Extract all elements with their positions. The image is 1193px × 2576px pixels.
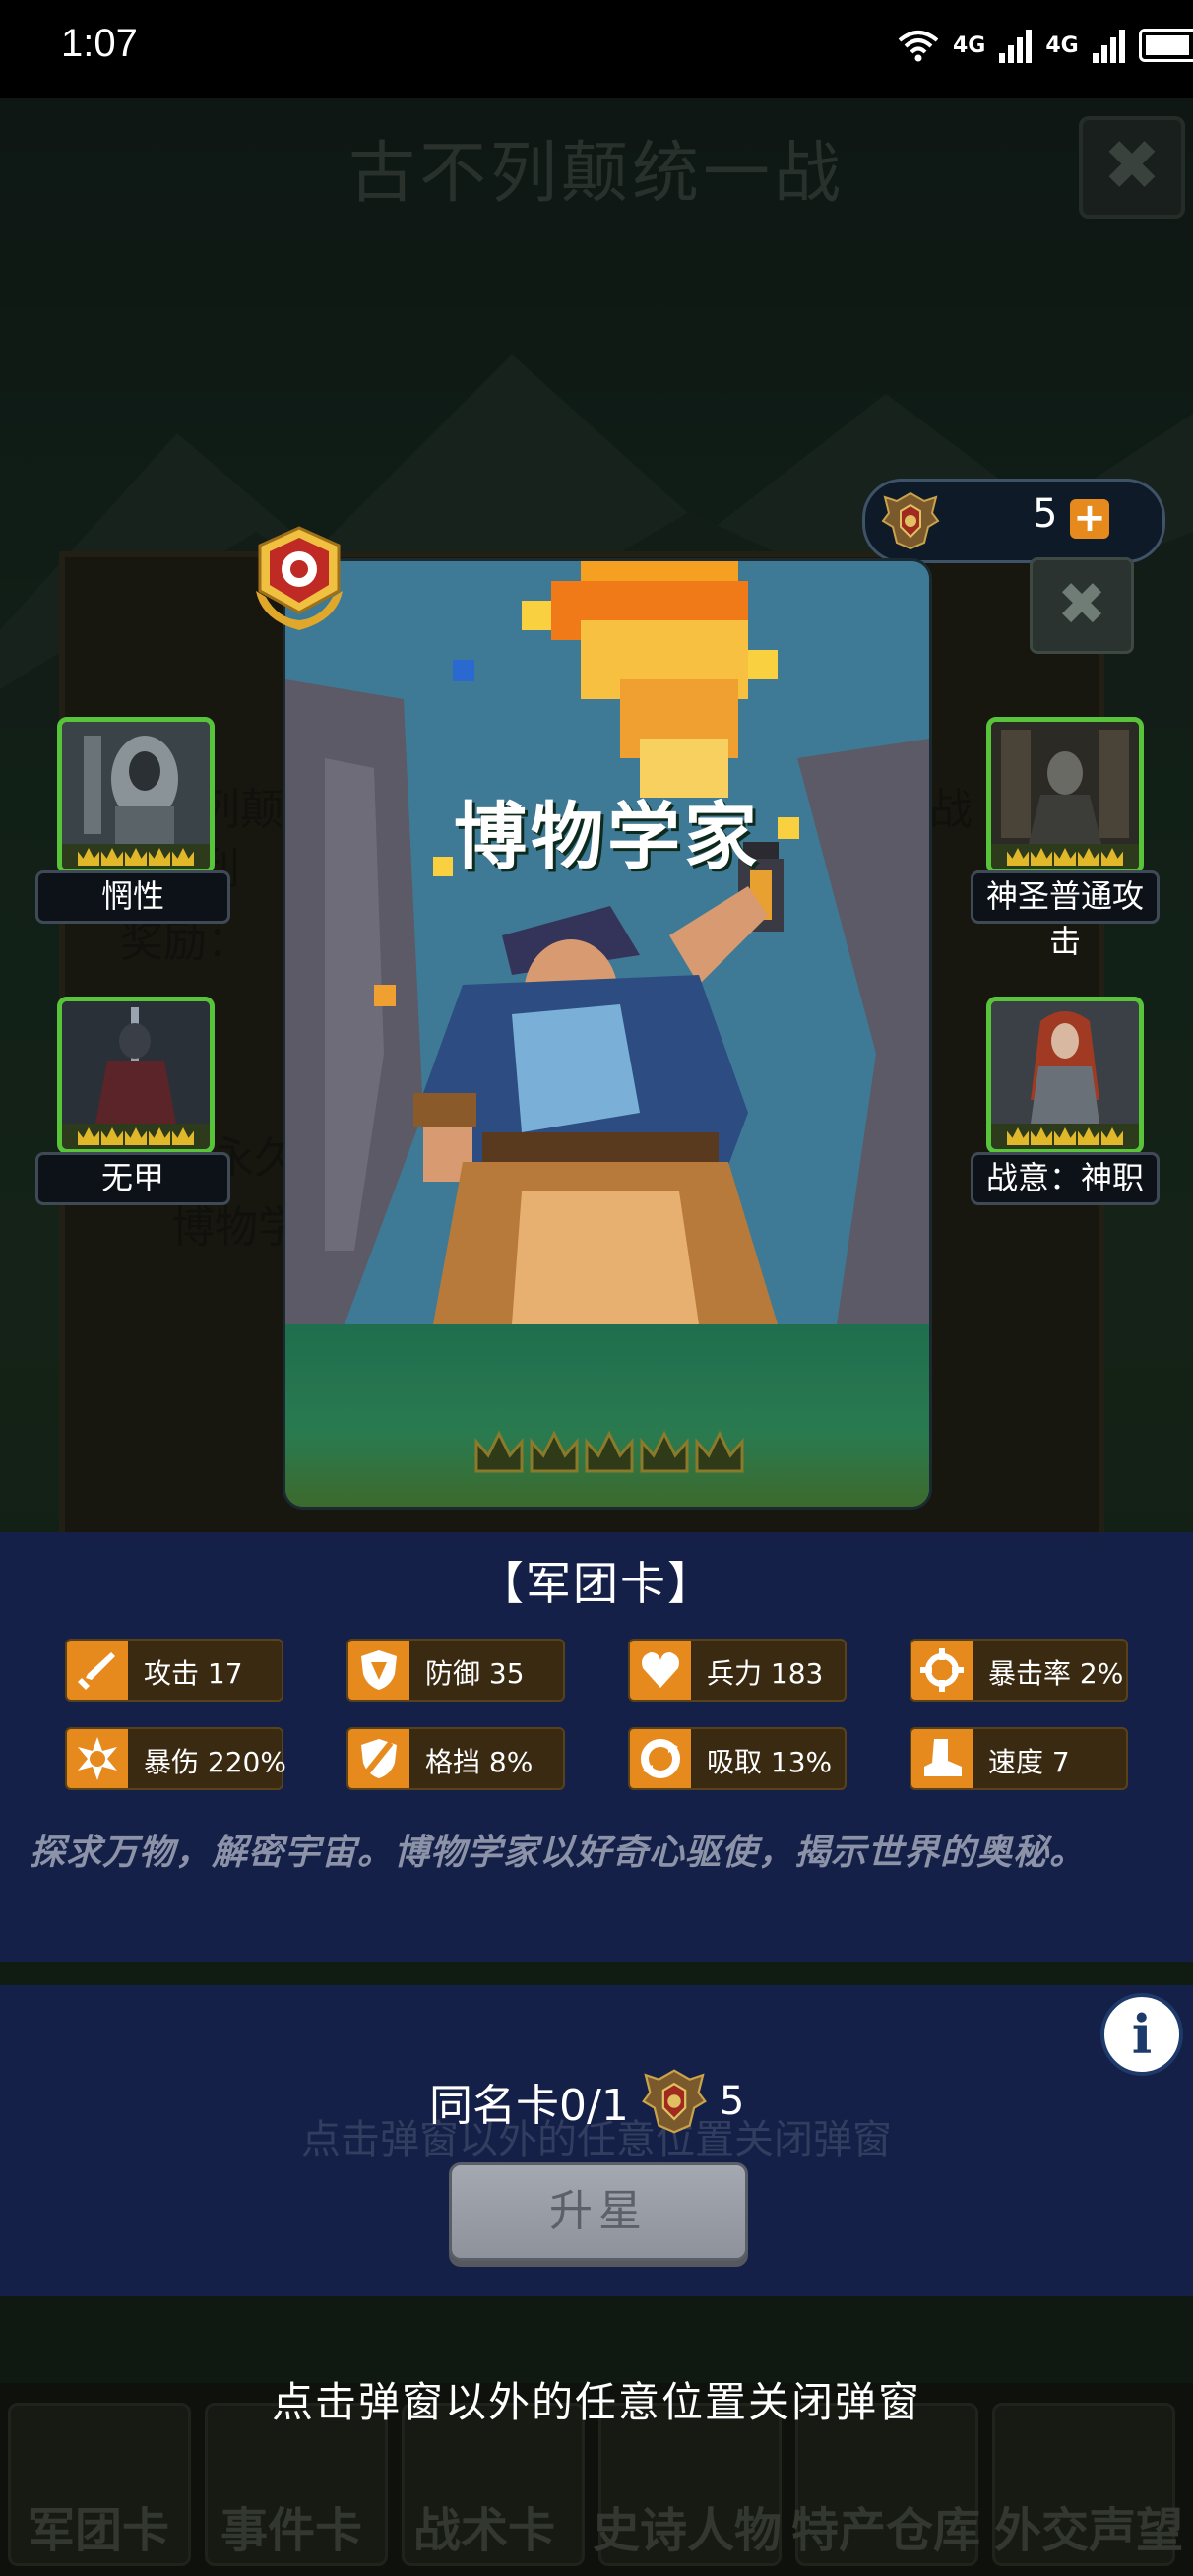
network-label: 4G — [953, 32, 986, 58]
stat-label: 吸取 13% — [707, 1746, 833, 1778]
stat-speed: 速度 7 — [910, 1727, 1128, 1790]
battery-icon — [1138, 29, 1193, 62]
shield-icon — [361, 1650, 397, 1690]
red-haired-warrior-icon — [991, 1001, 1139, 1124]
network-label: 4G — [1045, 32, 1079, 58]
stat-attack: 攻击 17 — [65, 1639, 283, 1702]
signal-icon — [1092, 28, 1125, 63]
empty-crown-icon — [474, 1430, 524, 1473]
armored-knight-icon — [991, 722, 1139, 844]
hooded-figure-icon — [62, 722, 210, 844]
absorb-icon — [641, 1739, 680, 1778]
skill-slot[interactable] — [986, 997, 1144, 1154]
winged-crest-icon — [881, 491, 940, 550]
stat-label: 速度 7 — [988, 1746, 1070, 1778]
same-card-label: 同名卡0/1 — [429, 2081, 629, 2131]
card-type-label: 【军团卡】 — [478, 1557, 715, 1610]
stat-defense: 防御 35 — [346, 1639, 565, 1702]
boot-icon — [924, 1739, 962, 1776]
stat-label: 暴伤 220% — [144, 1746, 286, 1778]
card-name-banner — [285, 1324, 929, 1507]
sword-icon — [78, 1652, 115, 1690]
burst-icon — [78, 1737, 117, 1780]
dark-warrior-icon — [62, 1001, 210, 1124]
add-currency-button[interactable]: + — [1070, 498, 1109, 539]
wifi-icon — [898, 31, 939, 62]
skill-label: 神圣普通攻击 — [971, 870, 1160, 960]
background-close-icon: ✖ — [1030, 557, 1134, 654]
block-shield-icon — [361, 1739, 397, 1778]
stat-absorb: 吸取 13% — [628, 1727, 847, 1790]
currency-pill: 5 + — [862, 479, 1165, 563]
stat-label: 暴击率 2% — [988, 1657, 1124, 1690]
info-button[interactable]: i — [1100, 1993, 1183, 2076]
winged-crest-icon — [641, 2069, 707, 2134]
status-icons: 4G 4G — [898, 28, 1193, 63]
hero-card[interactable] — [285, 561, 929, 1507]
signal-icon — [999, 28, 1033, 63]
stat-label: 防御 35 — [425, 1657, 525, 1690]
stat-label: 格挡 8% — [425, 1746, 534, 1778]
naturalist-portrait — [285, 561, 929, 1324]
stat-label: 攻击 17 — [144, 1657, 243, 1690]
heart-icon — [642, 1652, 679, 1688]
close-hint: 点击弹窗以外的任意位置关闭弹窗 — [271, 2378, 921, 2426]
stat-block: 格挡 8% — [346, 1727, 565, 1790]
card-name: 博物学家 — [454, 795, 761, 879]
skill-label: 无甲 — [35, 1152, 230, 1205]
skill-label: 惘性 — [35, 870, 230, 924]
status-bar: 1:07 4G 4G — [0, 0, 1193, 98]
empty-crown-icon — [640, 1430, 689, 1473]
rank-badge-icon — [256, 526, 343, 630]
stat-label: 兵力 183 — [707, 1657, 824, 1690]
crosshair-icon — [920, 1648, 964, 1692]
empty-crown-icon — [530, 1430, 579, 1473]
skill-label: 战意：神职 — [971, 1152, 1160, 1205]
currency-count: 5 — [1033, 491, 1058, 537]
stat-crit-damage: 暴伤 220% — [65, 1727, 286, 1790]
star-rating — [472, 1428, 746, 1477]
stat-crit-rate: 暴击率 2% — [910, 1639, 1128, 1702]
skill-slot[interactable] — [986, 717, 1144, 874]
card-description: 探求万物，解密宇宙。博物学家以好奇心驱使，揭示世界的奥秘。 — [30, 1833, 1087, 1873]
skill-slot[interactable] — [57, 997, 215, 1154]
empty-crown-icon — [585, 1430, 634, 1473]
empty-crown-icon — [695, 1430, 744, 1473]
upgrade-cost: 5 — [719, 2079, 745, 2124]
upgrade-star-button[interactable]: 升星 — [449, 2162, 748, 2261]
skill-slot[interactable] — [57, 717, 215, 874]
stat-troops: 兵力 183 — [628, 1639, 847, 1702]
status-time: 1:07 — [61, 22, 138, 65]
same-card-counter: 同名卡0/1 5 — [429, 2062, 744, 2141]
